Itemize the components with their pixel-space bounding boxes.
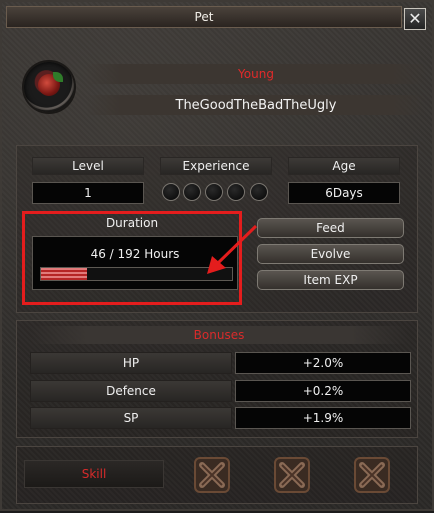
experience-slot xyxy=(162,183,180,201)
bonuses-header: Bonuses xyxy=(30,326,408,344)
feed-button[interactable]: Feed xyxy=(257,218,404,238)
title-bar: Pet xyxy=(6,6,402,28)
duration-box xyxy=(32,236,238,290)
duration-label: Duration xyxy=(105,216,159,230)
pet-egg-icon xyxy=(24,62,74,112)
bonus-value-sp: +1.9% xyxy=(235,407,411,429)
experience-slot xyxy=(250,183,268,201)
experience-label: Experience xyxy=(160,157,272,175)
skill-slot-3[interactable] xyxy=(352,455,392,495)
window-title: Pet xyxy=(194,10,214,24)
bonus-label-sp: SP xyxy=(30,407,232,429)
skill-slot-1[interactable] xyxy=(192,455,232,495)
evolve-button[interactable]: Evolve xyxy=(257,244,404,264)
locked-slot-icon xyxy=(354,457,390,493)
experience-slot xyxy=(205,183,223,201)
close-icon: ✕ xyxy=(408,9,422,28)
age-label: Age xyxy=(288,157,400,175)
bonus-label-defence: Defence xyxy=(30,380,232,402)
pet-name: TheGoodTheBadTheUgly xyxy=(86,95,426,115)
duration-progress-fill xyxy=(41,268,87,280)
skill-label: Skill xyxy=(24,460,164,488)
locked-slot-icon xyxy=(194,457,230,493)
locked-slot-icon xyxy=(274,457,310,493)
bonus-label-hp: HP xyxy=(30,352,232,374)
skill-slot-2[interactable] xyxy=(272,455,312,495)
pet-stage: Young xyxy=(86,64,426,84)
age-value: 6Days xyxy=(288,182,400,204)
bonus-value-defence: +0.2% xyxy=(235,380,411,402)
bonus-value-hp: +2.0% xyxy=(235,352,411,374)
experience-slot xyxy=(183,183,201,201)
duration-value: 46 / 192 Hours xyxy=(90,247,180,261)
experience-slot xyxy=(227,183,245,201)
item-exp-button[interactable]: Item EXP xyxy=(257,270,404,290)
pet-name-text: TheGoodTheBadTheUgly xyxy=(175,97,337,113)
duration-progress-bar xyxy=(40,267,233,281)
pet-window: Pet ✕ Young TheGoodTheBadTheUgly Level 1… xyxy=(0,0,434,511)
pet-stage-text: Young xyxy=(238,67,274,81)
level-label: Level xyxy=(32,157,144,175)
level-value: 1 xyxy=(32,182,144,204)
close-button[interactable]: ✕ xyxy=(404,8,426,30)
